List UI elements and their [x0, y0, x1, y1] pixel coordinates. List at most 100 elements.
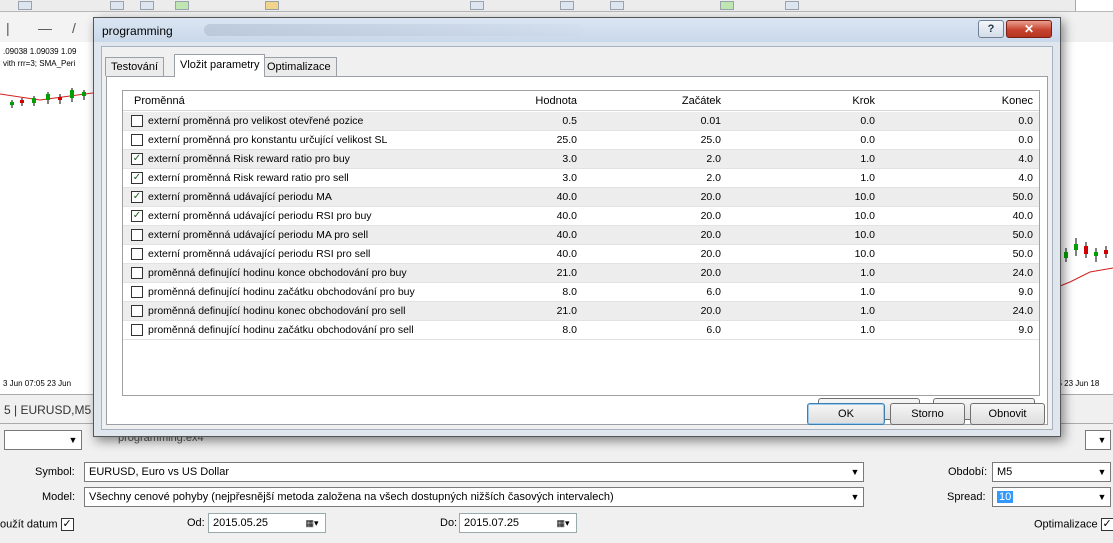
row-checkbox[interactable]: [131, 305, 143, 317]
optimization-option[interactable]: Optimalizace ✓: [1034, 518, 1113, 531]
expert-select-dropdown[interactable]: ▼: [1085, 430, 1111, 450]
value-cell[interactable]: 3.0: [483, 169, 577, 188]
row-checkbox[interactable]: ✓: [131, 172, 143, 184]
start-cell[interactable]: 6.0: [623, 283, 721, 302]
end-cell[interactable]: 4.0: [923, 169, 1033, 188]
toolbar-icon[interactable]: [175, 1, 189, 10]
start-cell[interactable]: 2.0: [623, 169, 721, 188]
column-header-value[interactable]: Hodnota: [513, 91, 577, 111]
close-button[interactable]: ✕: [1006, 20, 1052, 38]
cursor-line-icon[interactable]: |: [6, 20, 10, 36]
start-cell[interactable]: 20.0: [623, 264, 721, 283]
step-cell[interactable]: 0.0: [773, 131, 875, 150]
end-cell[interactable]: 40.0: [923, 207, 1033, 226]
end-cell[interactable]: 50.0: [923, 188, 1033, 207]
toolbar-icon[interactable]: [18, 1, 32, 10]
row-checkbox[interactable]: [131, 324, 143, 336]
chart-tab[interactable]: 5 | EURUSD,M5: [4, 403, 91, 417]
end-cell[interactable]: 50.0: [923, 226, 1033, 245]
step-cell[interactable]: 1.0: [773, 150, 875, 169]
value-cell[interactable]: 8.0: [483, 283, 577, 302]
from-date-picker[interactable]: 2015.05.25 ▦▾: [208, 513, 326, 533]
column-header-start[interactable]: Začátek: [653, 91, 721, 111]
symbol-select[interactable]: EURUSD, Euro vs US Dollar ▼: [84, 462, 864, 482]
table-row[interactable]: ✓ externí proměnná udávající periodu MA 40…: [123, 188, 1039, 207]
start-cell[interactable]: 20.0: [623, 302, 721, 321]
column-header-step[interactable]: Krok: [803, 91, 875, 111]
toolbar-icon[interactable]: [560, 1, 574, 10]
row-checkbox[interactable]: [131, 134, 143, 146]
table-row[interactable]: proměnná definující hodinu začátku obcho…: [123, 283, 1039, 302]
reset-button[interactable]: Obnovit: [970, 403, 1045, 425]
row-checkbox[interactable]: [131, 248, 143, 260]
chart-window-left[interactable]: .09038 1.09039 1.09 vith rrr=3; SMA_Peri…: [0, 42, 100, 394]
toolbar-icon[interactable]: [470, 1, 484, 10]
calendar-icon[interactable]: ▦▾: [299, 514, 325, 532]
value-cell[interactable]: 0.5: [483, 112, 577, 131]
start-cell[interactable]: 20.0: [623, 226, 721, 245]
model-select[interactable]: Všechny cenové pohyby (nejpřesnější meto…: [84, 487, 864, 507]
step-cell[interactable]: 1.0: [773, 283, 875, 302]
column-header-variable[interactable]: Proměnná: [134, 91, 185, 111]
table-row[interactable]: proměnná definující hodinu konce obchodo…: [123, 264, 1039, 283]
cancel-button[interactable]: Storno: [890, 403, 965, 425]
step-cell[interactable]: 10.0: [773, 188, 875, 207]
tab-input-parameters[interactable]: Vložit parametry: [174, 54, 266, 77]
end-cell[interactable]: 4.0: [923, 150, 1033, 169]
toolbar-search-box[interactable]: [1075, 0, 1113, 11]
spread-select[interactable]: 10 ▼: [992, 487, 1111, 507]
column-header-end[interactable]: Konec: [953, 91, 1033, 111]
toolbar-icon[interactable]: [610, 1, 624, 10]
start-cell[interactable]: 2.0: [623, 150, 721, 169]
step-cell[interactable]: 1.0: [773, 321, 875, 340]
end-cell[interactable]: 0.0: [923, 112, 1033, 131]
value-cell[interactable]: 8.0: [483, 321, 577, 340]
to-date-picker[interactable]: 2015.07.25 ▦▾: [459, 513, 577, 533]
row-checkbox[interactable]: [131, 267, 143, 279]
ok-button[interactable]: OK: [807, 403, 885, 425]
end-cell[interactable]: 50.0: [923, 245, 1033, 264]
end-cell[interactable]: 24.0: [923, 264, 1033, 283]
toolbar-icon[interactable]: [265, 1, 279, 10]
period-select[interactable]: M5 ▼: [992, 462, 1111, 482]
value-cell[interactable]: 40.0: [483, 188, 577, 207]
toolbar-icon[interactable]: [785, 1, 799, 10]
value-cell[interactable]: 21.0: [483, 264, 577, 283]
end-cell[interactable]: 0.0: [923, 131, 1033, 150]
tester-type-select[interactable]: ▼: [4, 430, 82, 450]
row-checkbox[interactable]: ✓: [131, 153, 143, 165]
row-checkbox[interactable]: ✓: [131, 191, 143, 203]
row-checkbox[interactable]: [131, 229, 143, 241]
calendar-icon[interactable]: ▦▾: [550, 514, 576, 532]
use-date-checkbox[interactable]: ✓: [60, 518, 74, 531]
end-cell[interactable]: 9.0: [923, 283, 1033, 302]
use-date-option[interactable]: oužít datum ✓: [0, 518, 74, 531]
step-cell[interactable]: 10.0: [773, 226, 875, 245]
table-row[interactable]: externí proměnná pro konstantu určující …: [123, 131, 1039, 150]
row-checkbox[interactable]: [131, 115, 143, 127]
value-cell[interactable]: 21.0: [483, 302, 577, 321]
row-checkbox[interactable]: ✓: [131, 210, 143, 222]
value-cell[interactable]: 40.0: [483, 245, 577, 264]
help-button[interactable]: ?: [978, 20, 1004, 38]
start-cell[interactable]: 20.0: [623, 207, 721, 226]
toolbar-icon[interactable]: [140, 1, 154, 10]
table-row[interactable]: externí proměnná udávající periodu MA pr…: [123, 226, 1039, 245]
row-checkbox[interactable]: [131, 286, 143, 298]
table-row[interactable]: externí proměnná pro velikost otevřené p…: [123, 112, 1039, 131]
value-cell[interactable]: 25.0: [483, 131, 577, 150]
start-cell[interactable]: 20.0: [623, 245, 721, 264]
start-cell[interactable]: 0.01: [623, 112, 721, 131]
step-cell[interactable]: 0.0: [773, 112, 875, 131]
table-row[interactable]: ✓ externí proměnná Risk reward ratio pro …: [123, 150, 1039, 169]
toolbar-icon[interactable]: [110, 1, 124, 10]
toolbar-icon[interactable]: [720, 1, 734, 10]
horizontal-line-icon[interactable]: —: [38, 20, 52, 36]
start-cell[interactable]: 20.0: [623, 188, 721, 207]
start-cell[interactable]: 6.0: [623, 321, 721, 340]
step-cell[interactable]: 10.0: [773, 245, 875, 264]
step-cell[interactable]: 10.0: [773, 207, 875, 226]
value-cell[interactable]: 40.0: [483, 207, 577, 226]
table-row[interactable]: ✓ externí proměnná Risk reward ratio pro …: [123, 169, 1039, 188]
tab-testing[interactable]: Testování: [105, 57, 165, 76]
